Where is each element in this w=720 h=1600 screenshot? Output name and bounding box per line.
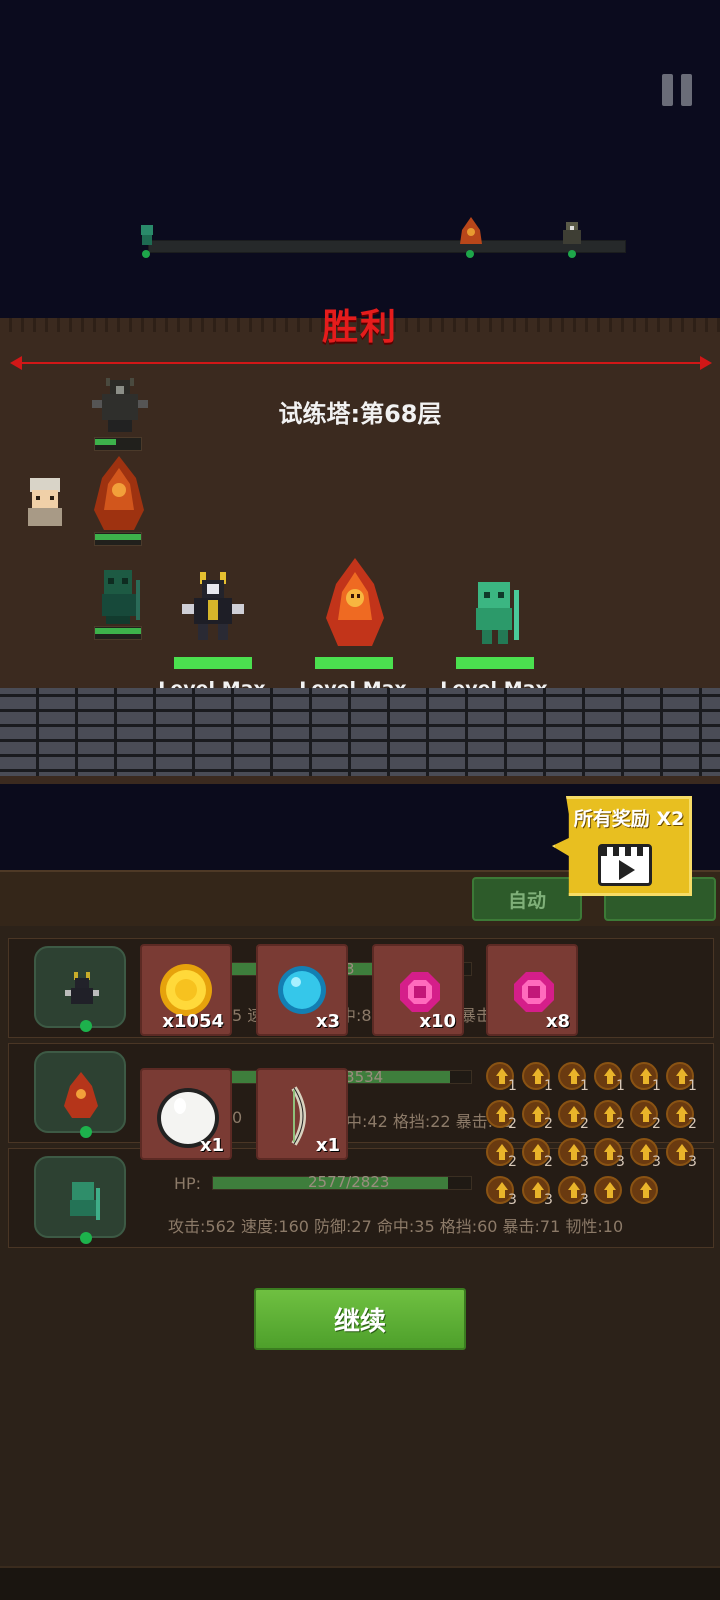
hero-bone-knight-avatar-icon: [65, 972, 99, 1004]
hero-fire-elemental-avatar-icon: [64, 1072, 98, 1118]
upgrade-level: 1: [544, 1078, 553, 1094]
enemy-hp-bar: [94, 532, 142, 546]
upgrade-level: 1: [652, 1078, 661, 1094]
enemy-bone-knight-sprite: [92, 378, 148, 432]
blue-orb-icon: [278, 966, 326, 1014]
range-arrow-right-icon: [700, 356, 712, 370]
pause-icon: [662, 74, 673, 106]
progress-start-dot: [142, 250, 150, 258]
ally-hp-bar: [315, 657, 393, 669]
reward-card: x1: [256, 1068, 348, 1160]
reward-count: x8: [545, 1011, 570, 1032]
video-play-icon: [598, 844, 652, 886]
panel-footer: [0, 1566, 720, 1600]
victory-title: 胜利: [321, 307, 398, 348]
upgrade-level: 2: [652, 1116, 661, 1132]
upgrade-level: 3: [652, 1154, 661, 1170]
stone-wall: [0, 688, 720, 784]
upgrade-level: 2: [544, 1154, 553, 1170]
enemy-fire-elemental-sprite: [94, 456, 144, 530]
enemy-swamp-goblin-sprite: [102, 570, 140, 624]
gold-coin-icon: [160, 964, 212, 1016]
upgrade-arrow-icon: [594, 1176, 622, 1204]
hero-status-dot: [80, 1020, 92, 1032]
upgrade-level: 1: [616, 1078, 625, 1094]
boss-marker-icon: [563, 222, 581, 244]
upgrade-level: 2: [616, 1116, 625, 1132]
ally-bone-knight-sprite: [182, 572, 244, 640]
upgrade-level: 1: [688, 1078, 697, 1094]
enemy-hp-bar: [94, 437, 142, 451]
reward-card: x1054: [140, 944, 232, 1036]
pause-button[interactable]: [662, 74, 692, 106]
upgrade-level: 1: [508, 1078, 517, 1094]
continue-button[interactable]: 继续: [254, 1288, 466, 1350]
reward-count: x1054: [162, 1011, 224, 1032]
hero-hp-value: 2577/2823: [308, 1173, 390, 1191]
reward-count: x1: [199, 1135, 224, 1156]
pink-gem-icon: [514, 972, 554, 1012]
upgrade-level: 3: [580, 1154, 589, 1170]
fire-enemy-marker-icon: [460, 217, 482, 244]
progress-end-dot: [568, 250, 576, 258]
auto-button[interactable]: 自动: [472, 877, 582, 921]
reward-count: x3: [315, 1011, 340, 1032]
sky-background: [0, 0, 720, 318]
upgrade-level: 3: [580, 1192, 589, 1208]
hero-stats: 攻击:562 速度:160 防御:27 命中:35 格挡:60 暴击:71 韧性…: [168, 1217, 624, 1236]
upgrade-level: 3: [688, 1154, 697, 1170]
reward-card: x10: [372, 944, 464, 1036]
reward-card: x3: [256, 944, 348, 1036]
upgrade-level: 2: [508, 1116, 517, 1132]
upgrade-level: 1: [580, 1078, 589, 1094]
upgrade-level: 2: [688, 1116, 697, 1132]
hero-status-dot: [80, 1126, 92, 1138]
upgrade-level: 2: [544, 1116, 553, 1132]
enemy-hp-bar: [94, 626, 142, 640]
ally-hp-bar: [456, 657, 534, 669]
reward-count: x10: [419, 1011, 456, 1032]
upgrade-level: 3: [544, 1192, 553, 1208]
upgrade-level: 2: [508, 1154, 517, 1170]
ally-swamp-goblin-sprite: [476, 582, 519, 644]
reward-card: x1: [140, 1068, 232, 1160]
progress-mid-dot: [466, 250, 474, 258]
double-rewards-label: 所有奖励 X2: [573, 808, 685, 830]
reward-count: x1: [315, 1135, 340, 1156]
upgrade-level: 2: [580, 1116, 589, 1132]
upgrade-level: 3: [616, 1154, 625, 1170]
ally-fire-elemental-sprite: [326, 558, 384, 646]
upgrade-arrow-icon: [630, 1176, 658, 1204]
wall-base: [0, 776, 720, 784]
range-arrow-left-icon: [10, 356, 22, 370]
hero-stats: 0: [232, 1108, 243, 1127]
goblin-marker-icon: [141, 225, 153, 245]
hero-portrait-sprite: [28, 478, 62, 526]
hero-status-dot: [80, 1232, 92, 1244]
hero-hp-label: HP:: [174, 1174, 202, 1193]
battle-progress-track: [148, 240, 626, 253]
range-line: [16, 362, 706, 364]
hero-swamp-goblin-avatar-icon: [70, 1182, 100, 1220]
pink-gem-icon: [400, 972, 440, 1012]
upgrade-level: 3: [508, 1192, 517, 1208]
reward-card: x8: [486, 944, 578, 1036]
ally-hp-bar: [174, 657, 252, 669]
